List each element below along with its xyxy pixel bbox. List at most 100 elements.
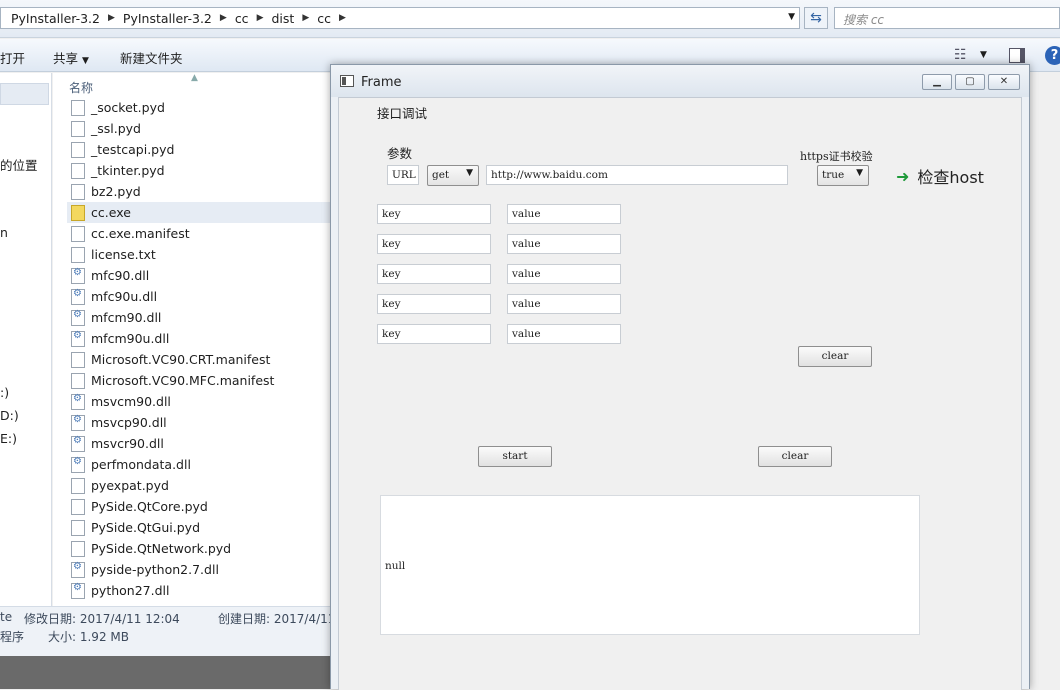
nav-item[interactable]: :) bbox=[0, 385, 9, 400]
file-icon bbox=[71, 120, 85, 137]
file-name: _ssl.pyd bbox=[91, 121, 141, 136]
output-text: null bbox=[385, 560, 406, 572]
breadcrumb-item[interactable]: cc bbox=[311, 11, 337, 26]
share-button[interactable]: 共享 ▼ bbox=[53, 48, 89, 67]
start-button[interactable]: start bbox=[478, 446, 552, 467]
file-icon bbox=[71, 372, 85, 389]
modified-date: 修改日期: 2017/4/11 12:04 bbox=[24, 612, 180, 626]
help-icon[interactable]: ? bbox=[1045, 46, 1060, 65]
file-name: license.txt bbox=[91, 247, 156, 262]
output-area[interactable]: null bbox=[380, 495, 920, 635]
file-name: bz2.pyd bbox=[91, 184, 141, 199]
https-value: true bbox=[822, 169, 845, 181]
chevron-down-icon: ▼ bbox=[856, 168, 863, 178]
file-row[interactable]: PySide.QtGui.pyd bbox=[67, 517, 330, 538]
file-icon bbox=[71, 225, 85, 242]
file-row[interactable]: mfc90u.dll bbox=[67, 286, 330, 307]
file-name: PySide.QtCore.pyd bbox=[91, 499, 208, 514]
check-host-link[interactable]: ➜ 检查host bbox=[896, 164, 984, 188]
chevron-right-icon[interactable]: ▶ bbox=[255, 13, 266, 23]
breadcrumb-item[interactable]: PyInstaller-3.2 bbox=[117, 11, 218, 26]
nav-item[interactable]: D:) bbox=[0, 408, 19, 423]
param-value-input[interactable]: value bbox=[507, 264, 621, 284]
param-value-input[interactable]: value bbox=[507, 294, 621, 314]
file-row[interactable]: msvcm90.dll bbox=[67, 391, 330, 412]
breadcrumb[interactable]: PyInstaller-3.2 ▶ PyInstaller-3.2 ▶ cc ▶… bbox=[0, 7, 800, 29]
param-value-input[interactable]: value bbox=[507, 204, 621, 224]
dll-file-icon bbox=[71, 561, 85, 578]
file-row[interactable]: _testcapi.pyd bbox=[67, 139, 330, 160]
param-value-input[interactable]: value bbox=[507, 324, 621, 344]
file-row[interactable]: pyexpat.pyd bbox=[67, 475, 330, 496]
file-row[interactable]: cc.exe bbox=[67, 202, 330, 223]
file-name: mfcm90u.dll bbox=[91, 331, 170, 346]
param-key-input[interactable]: key bbox=[377, 294, 491, 314]
file-row[interactable]: bz2.pyd bbox=[67, 181, 330, 202]
nav-selected-item[interactable] bbox=[0, 83, 49, 105]
file-row[interactable]: _socket.pyd bbox=[67, 97, 330, 118]
file-row[interactable]: mfc90.dll bbox=[67, 265, 330, 286]
file-row[interactable]: PySide.QtCore.pyd bbox=[67, 496, 330, 517]
method-select[interactable]: get ▼ bbox=[427, 165, 479, 186]
maximize-button[interactable]: ▢ bbox=[955, 74, 985, 90]
dll-file-icon bbox=[71, 330, 85, 347]
column-header-name[interactable]: 名称 bbox=[69, 79, 93, 96]
created-date: 创建日期: 2017/4/11 bbox=[218, 612, 336, 626]
file-row[interactable]: mfcm90u.dll bbox=[67, 328, 330, 349]
file-row[interactable]: _ssl.pyd bbox=[67, 118, 330, 139]
file-row[interactable]: python27.dll bbox=[67, 580, 330, 601]
file-row[interactable]: msvcp90.dll bbox=[67, 412, 330, 433]
open-button[interactable]: 打开 bbox=[0, 48, 25, 67]
taskbar bbox=[0, 656, 330, 689]
breadcrumb-item[interactable]: PyInstaller-3.2 bbox=[5, 11, 106, 26]
file-list[interactable]: 名称 ▲ _socket.pyd _ssl.pyd _testcapi.pyd _tk… bbox=[53, 73, 330, 606]
chevron-right-icon[interactable]: ▶ bbox=[218, 13, 229, 23]
minimize-button[interactable]: ▁ bbox=[922, 74, 952, 90]
file-row[interactable]: perfmondata.dll bbox=[67, 454, 330, 475]
param-key-input[interactable]: key bbox=[377, 234, 491, 254]
param-value-input[interactable]: value bbox=[507, 234, 621, 254]
file-row[interactable]: license.txt bbox=[67, 244, 330, 265]
new-folder-button[interactable]: 新建文件夹 bbox=[120, 48, 183, 67]
view-options-icon[interactable]: ☷ bbox=[954, 47, 967, 63]
title-bar[interactable]: Frame ▁ ▢ ✕ bbox=[331, 65, 1029, 97]
file-row[interactable]: _tkinter.pyd bbox=[67, 160, 330, 181]
file-name: _tkinter.pyd bbox=[91, 163, 165, 178]
sort-up-icon: ▲ bbox=[191, 73, 198, 83]
navigation-pane[interactable]: 的位置 n :) D:) E:) bbox=[0, 73, 52, 606]
chevron-right-icon[interactable]: ▶ bbox=[337, 13, 348, 23]
clear-output-button[interactable]: clear bbox=[758, 446, 832, 467]
breadcrumb-item[interactable]: cc bbox=[229, 11, 255, 26]
search-input[interactable]: 搜索 cc bbox=[834, 7, 1060, 29]
param-key-input[interactable]: key bbox=[377, 264, 491, 284]
clear-params-button[interactable]: clear bbox=[798, 346, 872, 367]
close-button[interactable]: ✕ bbox=[988, 74, 1020, 90]
file-row[interactable]: pyside-python2.7.dll bbox=[67, 559, 330, 580]
frame-window: Frame ▁ ▢ ✕ 接口调试 参数 URL get ▼ http://www… bbox=[330, 64, 1030, 690]
file-row[interactable]: PySide.QtNetwork.pyd bbox=[67, 538, 330, 559]
file-icon bbox=[71, 498, 85, 515]
nav-item[interactable]: E:) bbox=[0, 431, 17, 446]
file-row[interactable]: Microsoft.VC90.CRT.manifest bbox=[67, 349, 330, 370]
file-row[interactable]: Microsoft.VC90.MFC.manifest bbox=[67, 370, 330, 391]
https-select[interactable]: true ▼ bbox=[817, 165, 869, 186]
file-name: _socket.pyd bbox=[91, 100, 165, 115]
refresh-icon[interactable]: ⇆ bbox=[804, 7, 828, 29]
file-row[interactable]: mfcm90.dll bbox=[67, 307, 330, 328]
param-key-input[interactable]: key bbox=[377, 324, 491, 344]
file-row[interactable]: msvcr90.dll bbox=[67, 433, 330, 454]
file-name: msvcm90.dll bbox=[91, 394, 171, 409]
chevron-down-icon[interactable]: ▼ bbox=[788, 12, 795, 22]
chevron-right-icon[interactable]: ▶ bbox=[300, 13, 311, 23]
chevron-down-icon: ▼ bbox=[82, 56, 89, 66]
nav-item[interactable]: n bbox=[0, 225, 8, 240]
breadcrumb-item[interactable]: dist bbox=[265, 11, 300, 26]
preview-pane-icon[interactable] bbox=[1009, 48, 1025, 63]
chevron-right-icon[interactable]: ▶ bbox=[106, 13, 117, 23]
chevron-down-icon[interactable]: ▼ bbox=[980, 50, 987, 60]
dll-file-icon bbox=[71, 582, 85, 599]
file-row[interactable]: cc.exe.manifest bbox=[67, 223, 330, 244]
url-input[interactable]: http://www.baidu.com bbox=[486, 165, 788, 185]
param-key-input[interactable]: key bbox=[377, 204, 491, 224]
nav-item[interactable]: 的位置 bbox=[0, 155, 38, 174]
